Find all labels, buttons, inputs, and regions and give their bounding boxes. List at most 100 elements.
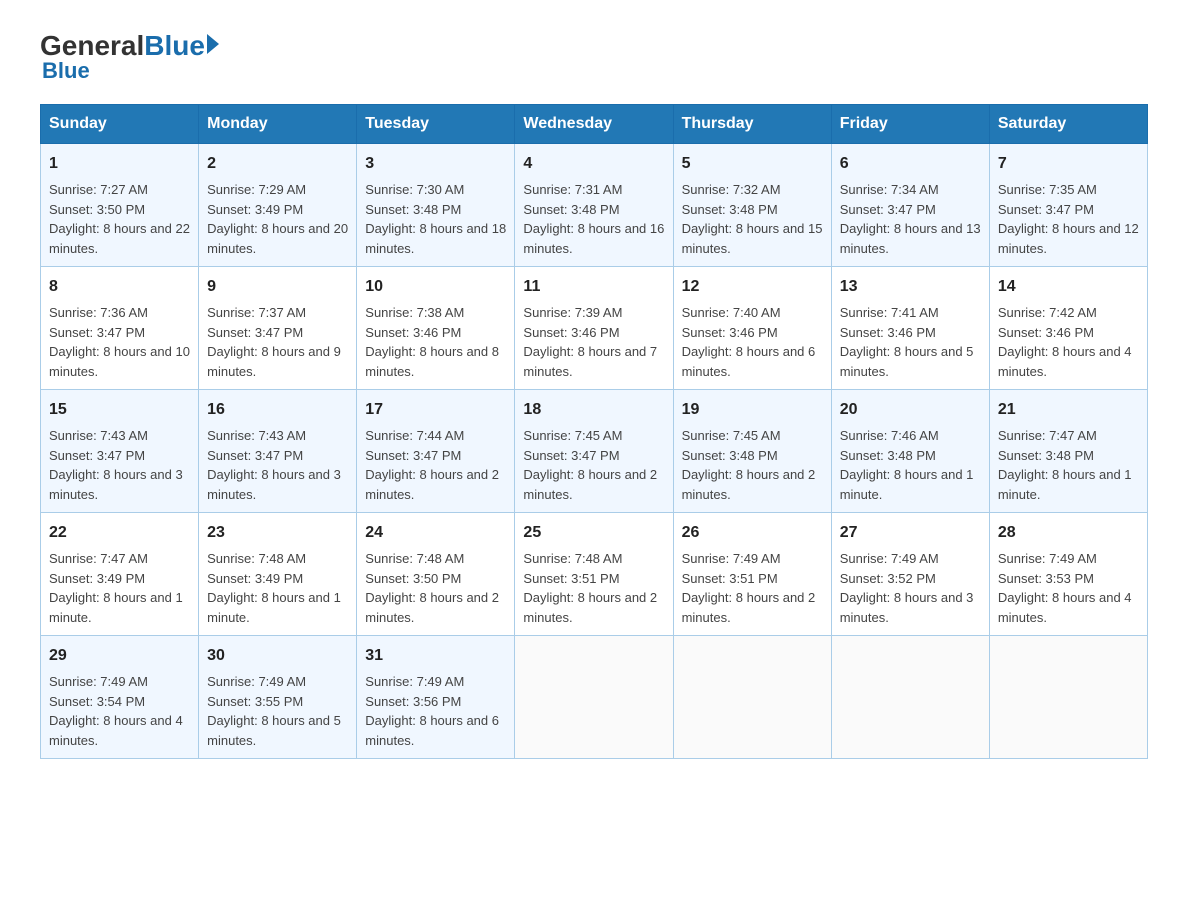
day-info: Sunrise: 7:35 AMSunset: 3:47 PMDaylight:… [998, 182, 1139, 256]
day-number: 10 [365, 275, 506, 299]
calendar-week-row: 29 Sunrise: 7:49 AMSunset: 3:54 PMDayligh… [41, 636, 1148, 759]
calendar-cell: 11 Sunrise: 7:39 AMSunset: 3:46 PMDayligh… [515, 267, 673, 390]
day-number: 17 [365, 398, 506, 422]
calendar-cell: 25 Sunrise: 7:48 AMSunset: 3:51 PMDayligh… [515, 513, 673, 636]
logo: General Blue Blue [40, 30, 219, 84]
day-info: Sunrise: 7:49 AMSunset: 3:53 PMDaylight:… [998, 551, 1132, 625]
day-number: 28 [998, 521, 1139, 545]
column-header-wednesday: Wednesday [515, 105, 673, 144]
day-info: Sunrise: 7:38 AMSunset: 3:46 PMDaylight:… [365, 305, 499, 379]
calendar-cell: 28 Sunrise: 7:49 AMSunset: 3:53 PMDayligh… [989, 513, 1147, 636]
calendar-cell: 23Sunrise: 7:48 AMSunset: 3:49 PMDayligh… [199, 513, 357, 636]
day-info: Sunrise: 7:49 AMSunset: 3:55 PMDaylight:… [207, 674, 341, 748]
day-info: Sunrise: 7:44 AMSunset: 3:47 PMDaylight:… [365, 428, 499, 502]
calendar-cell: 26 Sunrise: 7:49 AMSunset: 3:51 PMDayligh… [673, 513, 831, 636]
day-info: Sunrise: 7:41 AMSunset: 3:46 PMDaylight:… [840, 305, 974, 379]
logo-arrow-icon [207, 34, 219, 54]
day-number: 7 [998, 152, 1139, 176]
column-header-thursday: Thursday [673, 105, 831, 144]
calendar-cell: 5 Sunrise: 7:32 AMSunset: 3:48 PMDaylight… [673, 144, 831, 267]
day-info: Sunrise: 7:27 AMSunset: 3:50 PMDaylight:… [49, 182, 190, 256]
calendar-week-row: 22Sunrise: 7:47 AMSunset: 3:49 PMDayligh… [41, 513, 1148, 636]
calendar-cell: 1 Sunrise: 7:27 AMSunset: 3:50 PMDaylight… [41, 144, 199, 267]
day-number: 24 [365, 521, 506, 545]
calendar-cell: 31Sunrise: 7:49 AMSunset: 3:56 PMDayligh… [357, 636, 515, 759]
calendar-cell: 22Sunrise: 7:47 AMSunset: 3:49 PMDayligh… [41, 513, 199, 636]
day-number: 29 [49, 644, 190, 668]
calendar-cell: 27 Sunrise: 7:49 AMSunset: 3:52 PMDayligh… [831, 513, 989, 636]
day-info: Sunrise: 7:46 AMSunset: 3:48 PMDaylight:… [840, 428, 974, 502]
day-info: Sunrise: 7:32 AMSunset: 3:48 PMDaylight:… [682, 182, 823, 256]
day-number: 22 [49, 521, 190, 545]
day-number: 6 [840, 152, 981, 176]
day-info: Sunrise: 7:49 AMSunset: 3:52 PMDaylight:… [840, 551, 974, 625]
calendar-cell: 9 Sunrise: 7:37 AMSunset: 3:47 PMDaylight… [199, 267, 357, 390]
calendar-week-row: 1 Sunrise: 7:27 AMSunset: 3:50 PMDaylight… [41, 144, 1148, 267]
logo-blue: Blue [144, 30, 205, 62]
day-number: 9 [207, 275, 348, 299]
calendar-cell: 6 Sunrise: 7:34 AMSunset: 3:47 PMDaylight… [831, 144, 989, 267]
calendar-cell: 17 Sunrise: 7:44 AMSunset: 3:47 PMDayligh… [357, 390, 515, 513]
calendar-cell: 13 Sunrise: 7:41 AMSunset: 3:46 PMDayligh… [831, 267, 989, 390]
calendar-cell: 29 Sunrise: 7:49 AMSunset: 3:54 PMDayligh… [41, 636, 199, 759]
calendar-cell [515, 636, 673, 759]
day-info: Sunrise: 7:48 AMSunset: 3:51 PMDaylight:… [523, 551, 657, 625]
day-info: Sunrise: 7:37 AMSunset: 3:47 PMDaylight:… [207, 305, 341, 379]
logo-subtitle: Blue [42, 58, 90, 84]
day-number: 15 [49, 398, 190, 422]
calendar-cell: 24 Sunrise: 7:48 AMSunset: 3:50 PMDayligh… [357, 513, 515, 636]
day-info: Sunrise: 7:48 AMSunset: 3:50 PMDaylight:… [365, 551, 499, 625]
day-number: 5 [682, 152, 823, 176]
day-number: 1 [49, 152, 190, 176]
column-header-sunday: Sunday [41, 105, 199, 144]
calendar-cell: 10 Sunrise: 7:38 AMSunset: 3:46 PMDayligh… [357, 267, 515, 390]
day-number: 16 [207, 398, 348, 422]
day-info: Sunrise: 7:31 AMSunset: 3:48 PMDaylight:… [523, 182, 664, 256]
page-header: General Blue Blue [40, 30, 1148, 84]
day-number: 21 [998, 398, 1139, 422]
day-info: Sunrise: 7:49 AMSunset: 3:54 PMDaylight:… [49, 674, 183, 748]
calendar-cell: 19Sunrise: 7:45 AMSunset: 3:48 PMDayligh… [673, 390, 831, 513]
day-number: 11 [523, 275, 664, 299]
day-number: 2 [207, 152, 348, 176]
day-info: Sunrise: 7:36 AMSunset: 3:47 PMDaylight:… [49, 305, 190, 379]
calendar-cell: 7 Sunrise: 7:35 AMSunset: 3:47 PMDaylight… [989, 144, 1147, 267]
calendar-cell: 2 Sunrise: 7:29 AMSunset: 3:49 PMDaylight… [199, 144, 357, 267]
day-info: Sunrise: 7:39 AMSunset: 3:46 PMDaylight:… [523, 305, 657, 379]
day-info: Sunrise: 7:40 AMSunset: 3:46 PMDaylight:… [682, 305, 816, 379]
calendar-cell: 4Sunrise: 7:31 AMSunset: 3:48 PMDaylight… [515, 144, 673, 267]
calendar-cell: 3 Sunrise: 7:30 AMSunset: 3:48 PMDaylight… [357, 144, 515, 267]
day-number: 20 [840, 398, 981, 422]
calendar-cell: 8 Sunrise: 7:36 AMSunset: 3:47 PMDaylight… [41, 267, 199, 390]
calendar-cell [673, 636, 831, 759]
calendar-cell: 15 Sunrise: 7:43 AMSunset: 3:47 PMDayligh… [41, 390, 199, 513]
day-info: Sunrise: 7:49 AMSunset: 3:51 PMDaylight:… [682, 551, 816, 625]
day-number: 18 [523, 398, 664, 422]
calendar-cell: 14Sunrise: 7:42 AMSunset: 3:46 PMDayligh… [989, 267, 1147, 390]
day-number: 31 [365, 644, 506, 668]
day-info: Sunrise: 7:43 AMSunset: 3:47 PMDaylight:… [49, 428, 183, 502]
day-info: Sunrise: 7:43 AMSunset: 3:47 PMDaylight:… [207, 428, 341, 502]
calendar-week-row: 8 Sunrise: 7:36 AMSunset: 3:47 PMDaylight… [41, 267, 1148, 390]
day-number: 8 [49, 275, 190, 299]
day-number: 19 [682, 398, 823, 422]
day-number: 3 [365, 152, 506, 176]
day-number: 27 [840, 521, 981, 545]
column-header-saturday: Saturday [989, 105, 1147, 144]
day-number: 12 [682, 275, 823, 299]
day-number: 25 [523, 521, 664, 545]
day-info: Sunrise: 7:34 AMSunset: 3:47 PMDaylight:… [840, 182, 981, 256]
calendar-table: SundayMondayTuesdayWednesdayThursdayFrid… [40, 104, 1148, 759]
day-info: Sunrise: 7:45 AMSunset: 3:47 PMDaylight:… [523, 428, 657, 502]
calendar-cell [989, 636, 1147, 759]
calendar-cell: 16 Sunrise: 7:43 AMSunset: 3:47 PMDayligh… [199, 390, 357, 513]
calendar-week-row: 15 Sunrise: 7:43 AMSunset: 3:47 PMDayligh… [41, 390, 1148, 513]
calendar-cell: 20 Sunrise: 7:46 AMSunset: 3:48 PMDayligh… [831, 390, 989, 513]
day-info: Sunrise: 7:29 AMSunset: 3:49 PMDaylight:… [207, 182, 348, 256]
day-number: 13 [840, 275, 981, 299]
column-header-tuesday: Tuesday [357, 105, 515, 144]
column-header-friday: Friday [831, 105, 989, 144]
day-info: Sunrise: 7:48 AMSunset: 3:49 PMDaylight:… [207, 551, 341, 625]
day-number: 26 [682, 521, 823, 545]
day-info: Sunrise: 7:30 AMSunset: 3:48 PMDaylight:… [365, 182, 506, 256]
